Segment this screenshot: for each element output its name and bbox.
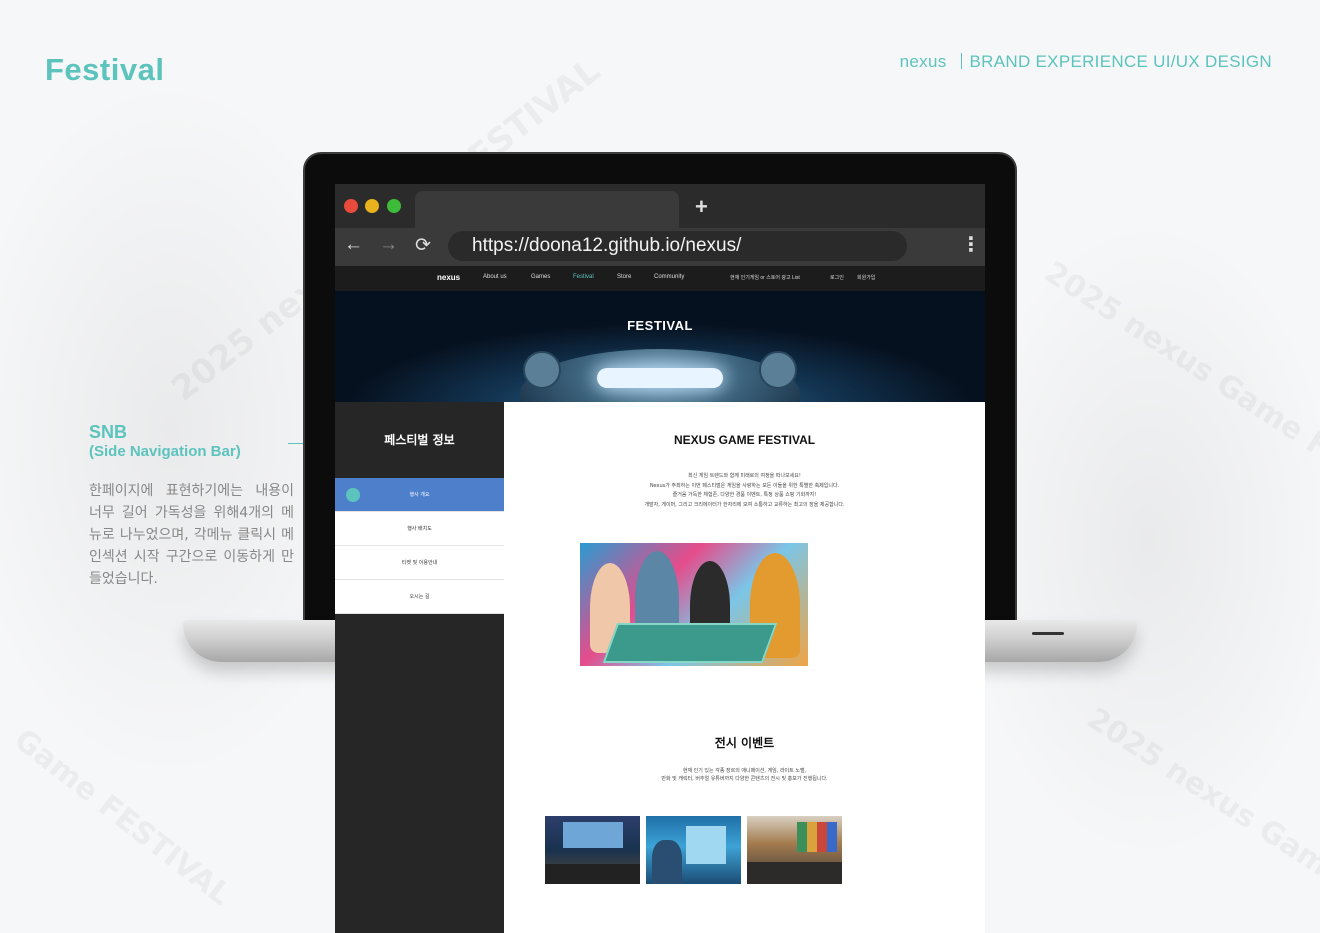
background-watermark-3: 2025 nexus Game FES (1081, 701, 1320, 933)
address-bar: ← → ⟳ https://doona12.github.io/nexus/ ⋮ (335, 228, 985, 266)
background-watermark-2: 2025 nexus Game FESTIVAL (1038, 255, 1320, 540)
nav-signup[interactable]: 회원가입 (857, 274, 875, 281)
brand-subtitle: BRAND EXPERIENCE UI/UX DESIGN (969, 52, 1272, 71)
festival-intro: 최신 게임 트렌드와 함께 미래로의 여정을 떠나보세요! Nexus가 주최하… (544, 472, 945, 510)
main-section: NEXUS GAME FESTIVAL 최신 게임 트렌드와 함께 미래로의 여… (504, 402, 985, 933)
side-navigation-bar: 페스티벌 정보 행사 개요 행사 배치도 티켓 및 이용안내 오시는 길 (335, 402, 504, 933)
exhibit-photo-stage (545, 816, 640, 884)
intro-line: 개발자, 게이머, 그리고 크리에이터가 한자리에 모여 소통하고 교류하는 최… (644, 501, 845, 508)
festival-photo (580, 543, 808, 666)
gamepad-stick-left (523, 351, 561, 389)
brand-name: nexus (899, 52, 947, 71)
arrow-left-icon[interactable]: ← (344, 234, 363, 256)
snb-item-directions[interactable]: 오시는 길 (335, 580, 504, 614)
annotation-subtitle: (Side Navigation Bar) (89, 443, 241, 460)
intro-line: 최신 게임 트렌드와 함께 미래로의 여정을 떠나보세요! (688, 473, 801, 479)
kebab-menu-icon[interactable]: ⋮ (961, 232, 981, 257)
page-content: 페스티벌 정보 행사 개요 행사 배치도 티켓 및 이용안내 오시는 길 NEX… (335, 402, 985, 933)
site-logo[interactable]: nexus (437, 273, 460, 282)
photo-banners (797, 822, 837, 852)
gamepad-light (597, 368, 723, 388)
hero-title: FESTIVAL (627, 318, 693, 333)
gamepad-stick-right (759, 351, 797, 389)
snb-item-tickets[interactable]: 티켓 및 이용안내 (335, 546, 504, 580)
photo-game-table (602, 623, 778, 663)
snb-heading: 페스티벌 정보 (384, 433, 455, 447)
photo-crowd (747, 862, 842, 884)
background-watermark-4: Game FESTIVAL (7, 722, 237, 913)
snb-item-layout[interactable]: 행사 배치도 (335, 512, 504, 546)
annotation-title: SNB (89, 422, 128, 442)
annotation-marker-dot (346, 488, 360, 502)
laptop-notch (1032, 632, 1064, 635)
nav-login[interactable]: 로그인 (830, 274, 844, 281)
hero-banner: FESTIVAL (335, 291, 985, 408)
divider (960, 53, 962, 69)
photo-crowd (545, 864, 640, 884)
nav-item-community[interactable]: Community (654, 274, 684, 280)
exhibit-photo-booth (646, 816, 741, 884)
photo-person (652, 840, 682, 884)
site-navigation: nexus About us Games Festival Store Comm… (335, 266, 985, 291)
exhibit-title: 전시 이벤트 (714, 736, 775, 750)
tab-bar: + (335, 184, 985, 228)
close-window-button[interactable] (344, 199, 358, 213)
arrow-right-icon[interactable]: → (379, 234, 398, 256)
exhibit-line: 만화 및 캐릭터, 버추얼 유튜버까지 다양한 콘텐츠의 전시 및 홍보가 진행… (661, 776, 828, 782)
photo-screen (686, 826, 726, 864)
nav-item-games[interactable]: Games (531, 274, 550, 280)
annotation-description: 한페이지에 표현하기에는 내용이 너무 길어 가독성을 위해4개의 메뉴로 나누… (89, 483, 294, 587)
intro-line: 즐거움 가득한 체험존, 다양한 경품 이벤트, 특정 상품 쇼핑 기회까지! (672, 492, 817, 498)
nav-item-store[interactable]: Store (617, 274, 631, 280)
minimize-window-button[interactable] (365, 199, 379, 213)
plus-icon[interactable]: + (695, 194, 708, 220)
maximize-window-button[interactable] (387, 199, 401, 213)
nav-item-festival[interactable]: Festival (573, 274, 594, 280)
photo-screen (563, 822, 623, 848)
nav-promo[interactable]: 현재 인기게임 or 스토어 광고 List (730, 274, 800, 281)
browser-tab[interactable] (415, 191, 679, 228)
browser-window: + ← → ⟳ https://doona12.github.io/nexus/… (335, 184, 985, 933)
url-field[interactable]: https://doona12.github.io/nexus/ (448, 231, 907, 261)
exhibit-photo-hall (747, 816, 842, 884)
intro-line: Nexus가 주최하는 이번 페스티벌은 게임을 사랑하는 모든 이들을 위한 … (649, 482, 840, 489)
brand-heading: nexus BRAND EXPERIENCE UI/UX DESIGN (900, 52, 1272, 72)
exhibit-description: 현재 인기 있는 각종 장르의 애니메이션, 게임, 라이트 노벨, 만화 및 … (564, 767, 925, 783)
reload-icon[interactable]: ⟳ (415, 234, 431, 257)
snb-item-overview[interactable]: 행사 개요 (335, 478, 504, 512)
exhibit-line: 현재 인기 있는 각종 장르의 애니메이션, 게임, 라이트 노벨, (682, 768, 807, 774)
page-title: Festival (45, 52, 165, 87)
festival-title: NEXUS GAME FESTIVAL (673, 433, 816, 447)
nav-item-about[interactable]: About us (483, 274, 507, 280)
